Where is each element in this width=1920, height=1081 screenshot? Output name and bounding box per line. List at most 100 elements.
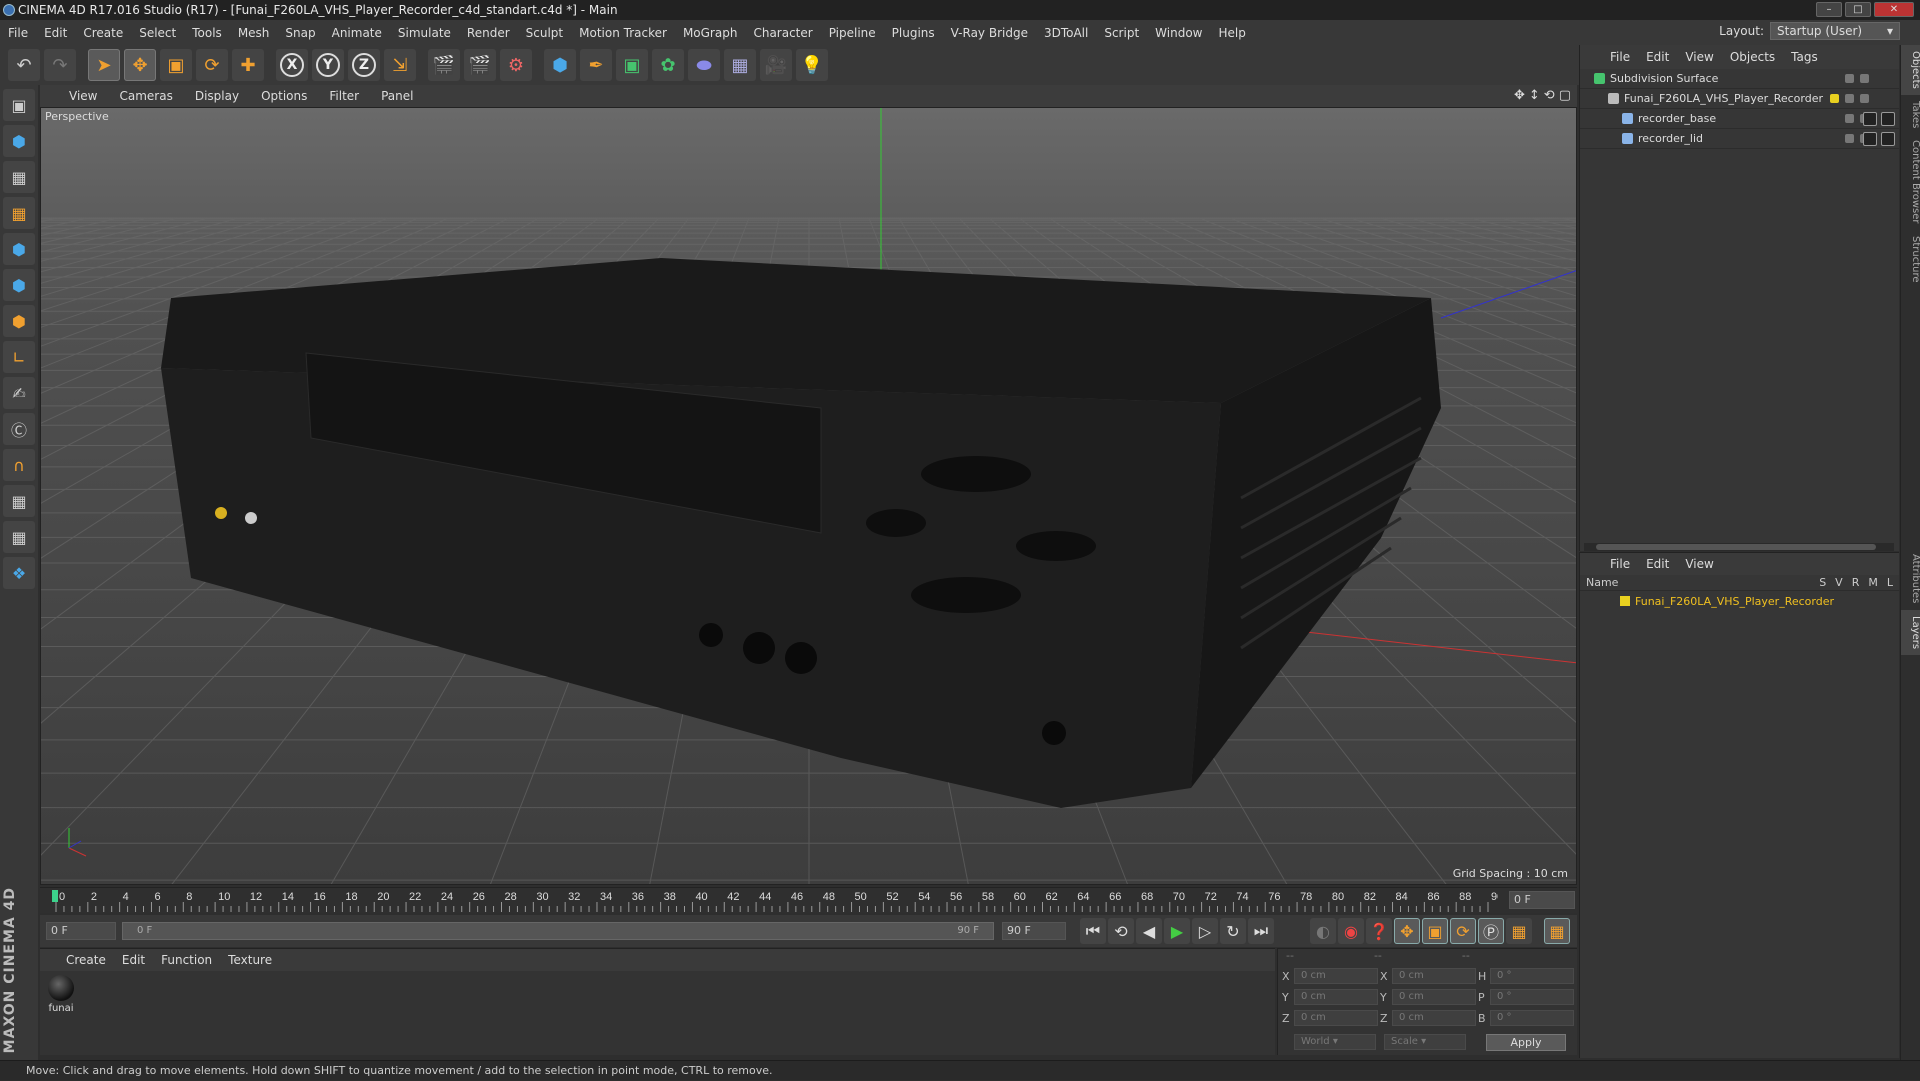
menu-snap[interactable]: Snap <box>277 26 323 40</box>
key-pla-icon[interactable]: ▦ <box>1506 918 1532 944</box>
record-active-icon[interactable]: ◉ <box>1338 918 1364 944</box>
side-tab-takes[interactable]: Takes <box>1901 95 1920 134</box>
menu-mesh[interactable]: Mesh <box>230 26 278 40</box>
axis-mode-icon[interactable]: ∟ <box>3 341 35 373</box>
object-menu-view[interactable]: View <box>1677 50 1721 64</box>
workplane-icon[interactable]: ▦ <box>3 197 35 229</box>
coordinate-mode-dropdown[interactable]: World ▾ <box>1294 1034 1376 1050</box>
edit-render-settings-icon[interactable]: ⚙ <box>500 49 532 81</box>
menu-character[interactable]: Character <box>745 26 820 40</box>
goto-end-icon[interactable]: ⏭ <box>1248 918 1274 944</box>
menu-file[interactable]: File <box>0 26 36 40</box>
menu-script[interactable]: Script <box>1096 26 1147 40</box>
material-menu-create[interactable]: Create <box>58 953 114 967</box>
object-menu-tags[interactable]: Tags <box>1783 50 1826 64</box>
layer-menu-view[interactable]: View <box>1677 557 1721 571</box>
coordinate-value-field[interactable]: 0 cm <box>1392 968 1476 984</box>
render-visibility-dot[interactable] <box>1860 94 1869 103</box>
menu-tools[interactable]: Tools <box>184 26 230 40</box>
side-tab-attributes[interactable]: Attributes <box>1901 548 1920 609</box>
layer-color-swatch[interactable] <box>1830 94 1839 103</box>
layer-menu-edit[interactable]: Edit <box>1638 557 1677 571</box>
step-back-icon[interactable]: ◀ <box>1136 918 1162 944</box>
points-mode-icon[interactable]: ⬢ <box>3 233 35 265</box>
viewport-menu-filter[interactable]: Filter <box>318 89 370 103</box>
object-menu-edit[interactable]: Edit <box>1638 50 1677 64</box>
coordinate-system-icon[interactable]: ⇲ <box>384 49 416 81</box>
move-icon[interactable]: ✥ <box>124 49 156 81</box>
scrollbar-thumb[interactable] <box>1596 544 1876 550</box>
layout-dropdown[interactable]: Startup (User) ▾ <box>1770 22 1900 40</box>
current-frame-field[interactable]: 0 F <box>1509 891 1575 909</box>
viewport-menu-display[interactable]: Display <box>184 89 250 103</box>
object-row[interactable]: Funai_F260LA_VHS_Player_Recorder <box>1580 89 1899 109</box>
material-menu-function[interactable]: Function <box>153 953 220 967</box>
loop-icon[interactable]: ↻ <box>1220 918 1246 944</box>
python-icon[interactable]: ❖ <box>3 557 35 589</box>
menu-animate[interactable]: Animate <box>324 26 390 40</box>
object-row[interactable]: Subdivision Surface <box>1580 69 1899 89</box>
key-rotation-icon[interactable]: ⟳ <box>1450 918 1476 944</box>
menu-pipeline[interactable]: Pipeline <box>821 26 884 40</box>
render-view-icon[interactable]: 🎬 <box>428 49 460 81</box>
zoom-icon[interactable]: ↕ <box>1529 88 1540 103</box>
layer-row[interactable]: Funai_F260LA_VHS_Player_Recorder <box>1580 591 1899 611</box>
coordinate-value-field[interactable]: 0 ° <box>1490 968 1574 984</box>
key-position-icon[interactable]: ✥ <box>1394 918 1420 944</box>
menu-motion-tracker[interactable]: Motion Tracker <box>571 26 675 40</box>
model-mode-icon[interactable]: ⬢ <box>3 125 35 157</box>
play-icon[interactable]: ▶ <box>1164 918 1190 944</box>
menu-mograph[interactable]: MoGraph <box>675 26 746 40</box>
object-row[interactable]: recorder_base <box>1580 109 1899 129</box>
y-axis-icon[interactable]: Y <box>312 49 344 81</box>
camera-icon[interactable]: 🎥 <box>760 49 792 81</box>
menu-sculpt[interactable]: Sculpt <box>518 26 571 40</box>
make-editable-icon[interactable]: ▣ <box>3 89 35 121</box>
subdivision-icon[interactable]: ▣ <box>616 49 648 81</box>
coordinate-value-field[interactable]: 0 cm <box>1392 1010 1476 1026</box>
grid-lock-icon[interactable]: ▦ <box>3 485 35 517</box>
current-frame-marker[interactable] <box>52 890 58 902</box>
step-forward-icon[interactable]: ▷ <box>1192 918 1218 944</box>
material-menu-edit[interactable]: Edit <box>114 953 153 967</box>
cloner-icon[interactable]: ✿ <box>652 49 684 81</box>
apply-button[interactable]: Apply <box>1486 1034 1566 1051</box>
menu-window[interactable]: Window <box>1147 26 1210 40</box>
undo-icon[interactable]: ↶ <box>8 49 40 81</box>
frame-ruler[interactable]: 0 2 4 6 8 10 12 14 16 18 20 22 24 26 28 30 32 34 36 38 40 42 4… <box>48 888 1498 914</box>
close-button[interactable]: ✕ <box>1874 2 1914 17</box>
menu-create[interactable]: Create <box>75 26 131 40</box>
maximize-button[interactable]: □ <box>1845 2 1871 17</box>
menu-plugins[interactable]: Plugins <box>884 26 943 40</box>
snap-icon[interactable]: Ⓒ <box>3 413 35 445</box>
render-visibility-dot[interactable] <box>1860 74 1869 83</box>
coordinate-value-field[interactable]: 0 cm <box>1294 968 1378 984</box>
timeline-ruler[interactable]: 0 2 4 6 8 10 12 14 16 18 20 22 24 26 28 30 32 34 36 38 40 42 4… <box>40 887 1577 913</box>
maximize-view-icon[interactable]: ▢ <box>1559 88 1571 103</box>
floor-icon[interactable]: ▦ <box>724 49 756 81</box>
select-arrow-icon[interactable]: ➤ <box>88 49 120 81</box>
object-menu-file[interactable]: File <box>1602 50 1638 64</box>
end-frame-field[interactable]: 90 F <box>1002 922 1066 940</box>
key-parameter-icon[interactable]: Ⓟ <box>1478 918 1504 944</box>
viewport-menu-options[interactable]: Options <box>250 89 318 103</box>
menu-v-ray-bridge[interactable]: V-Ray Bridge <box>943 26 1036 40</box>
coordinate-value-field[interactable]: 0 ° <box>1490 1010 1574 1026</box>
coordinate-value-field[interactable]: 0 cm <box>1392 989 1476 1005</box>
add-icon[interactable]: ✚ <box>232 49 264 81</box>
minimize-button[interactable]: – <box>1816 2 1842 17</box>
autokey-icon[interactable]: ❓ <box>1366 918 1392 944</box>
edges-mode-icon[interactable]: ⬢ <box>3 269 35 301</box>
polygons-mode-icon[interactable]: ⬢ <box>3 305 35 337</box>
pen-spline-icon[interactable]: ✒ <box>580 49 612 81</box>
editor-visibility-dot[interactable] <box>1845 114 1854 123</box>
rotate-icon[interactable]: ⟳ <box>196 49 228 81</box>
goto-start-icon[interactable]: ⏮ <box>1080 918 1106 944</box>
object-row[interactable]: recorder_lid <box>1580 129 1899 149</box>
menu-simulate[interactable]: Simulate <box>390 26 459 40</box>
light-icon[interactable]: 💡 <box>796 49 828 81</box>
material-swatch-funai[interactable]: funai <box>46 975 76 1014</box>
side-tab-structure[interactable]: Structure <box>1901 230 1920 289</box>
scale-mode-dropdown[interactable]: Scale ▾ <box>1384 1034 1466 1050</box>
render-picture-viewer-icon[interactable]: 🎬 <box>464 49 496 81</box>
